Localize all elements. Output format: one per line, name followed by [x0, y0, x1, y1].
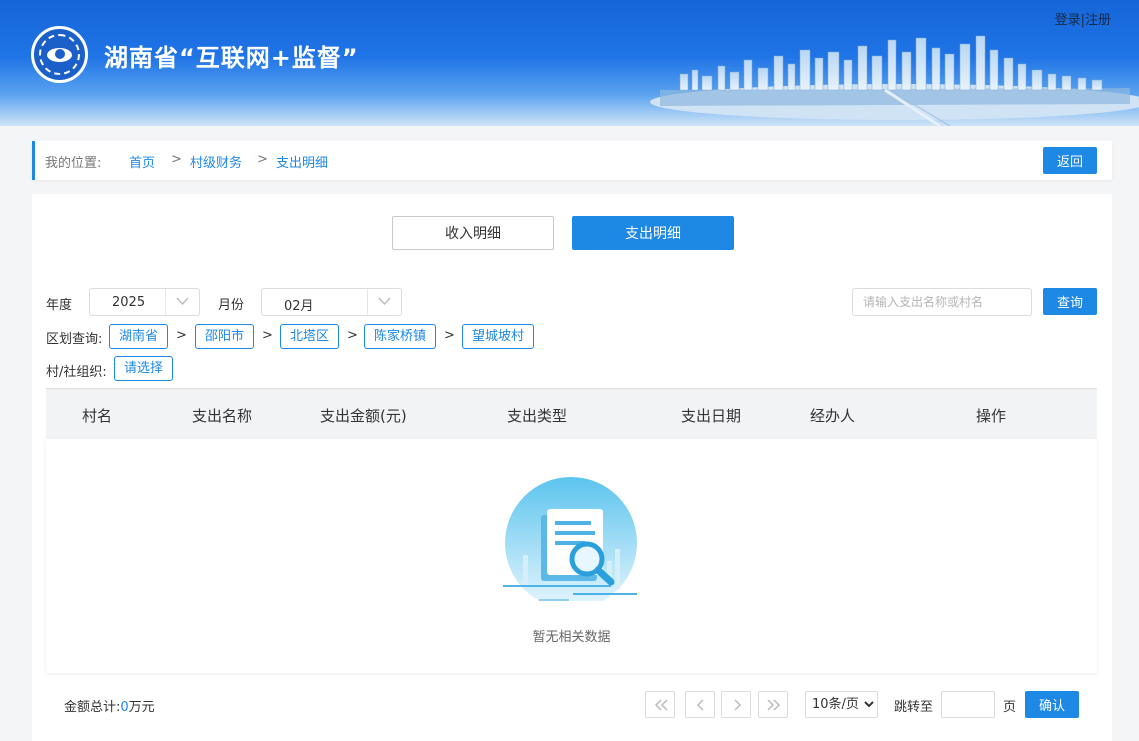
double-chevron-right-icon [767, 699, 781, 711]
chevron-right-icon [734, 699, 742, 711]
year-select[interactable]: 2025 [89, 288, 200, 316]
breadcrumb-expense-detail[interactable]: 支出明细 [276, 152, 328, 171]
year-value: 2025 [112, 295, 146, 310]
page-size-select[interactable]: 10条/页 [805, 691, 878, 718]
empty-data-icon [503, 477, 637, 601]
site-logo [31, 26, 88, 83]
tab-expense-detail[interactable]: 支出明细 [572, 216, 734, 250]
register-link[interactable]: 注册 [1085, 13, 1111, 28]
region-chip-city[interactable]: 邵阳市 [195, 324, 255, 349]
region-chip-village[interactable]: 望城坡村 [462, 324, 535, 349]
breadcrumb-village-finance[interactable]: 村级财务 [190, 152, 242, 171]
chevron-left-icon [696, 699, 704, 711]
first-page-button[interactable] [645, 691, 675, 718]
month-select[interactable]: 02月 [261, 288, 402, 316]
org-select[interactable]: 请选择 [114, 356, 174, 381]
region-chip-province[interactable]: 湖南省 [109, 324, 169, 349]
table-body: 暂无相关数据 [46, 439, 1097, 673]
jump-label: 跳转至 [894, 700, 934, 715]
query-button[interactable]: 查询 [1043, 288, 1097, 315]
site-title: 湖南省“互联网+监督” [104, 44, 359, 72]
breadcrumb-home[interactable]: 首页 [129, 152, 155, 171]
search-input[interactable] [852, 288, 1032, 316]
confirm-button[interactable]: 确认 [1025, 691, 1079, 718]
region-separator: > [262, 328, 273, 343]
tab-income-detail[interactable]: 收入明细 [392, 216, 554, 250]
amount-total: 金额总计:0万元 [64, 696, 155, 715]
chevron-down-icon [367, 289, 401, 315]
main-panel: 收入明细 支出明细 年度 2025 月份 02月 查询 区划查询: 湖南省 > … [32, 194, 1112, 741]
region-label: 区划查询: [46, 332, 103, 347]
login-link[interactable]: 登录 [1055, 13, 1081, 28]
year-label: 年度 [46, 298, 73, 313]
logo-pupil [55, 49, 65, 59]
double-chevron-left-icon [654, 699, 668, 711]
region-separator: > [444, 328, 455, 343]
org-label: 村/社组织: [46, 365, 107, 380]
chevron-down-icon [165, 289, 199, 315]
page-jump-input[interactable] [941, 691, 995, 718]
table-header: 村名 支出名称 支出金额(元) 支出类型 支出日期 经办人 操作 [46, 388, 1097, 439]
prev-page-button[interactable] [685, 691, 715, 718]
city-skyline-banner [650, 35, 1139, 126]
empty-data-text: 暂无相关数据 [532, 630, 611, 645]
breadcrumb-label: 我的位置: [45, 156, 102, 171]
month-label: 月份 [218, 298, 245, 313]
region-separator: > [347, 328, 358, 343]
back-button[interactable]: 返回 [1043, 147, 1097, 174]
column-header: 支出名称 [192, 407, 253, 425]
last-page-button[interactable] [758, 691, 788, 718]
column-header: 村名 [82, 407, 113, 425]
auth-links: 登录|注册 [1055, 9, 1111, 28]
total-label: 金额总计: [64, 700, 121, 715]
page-unit-label: 页 [1003, 700, 1017, 715]
column-header: 支出日期 [681, 407, 742, 425]
region-chip-district[interactable]: 北塔区 [280, 324, 340, 349]
column-header: 支出金额(元) [320, 407, 407, 425]
column-header: 操作 [976, 407, 1007, 425]
next-page-button[interactable] [721, 691, 751, 718]
breadcrumb-separator: > [171, 152, 182, 167]
breadcrumb: 我的位置: 首页 > 村级财务 > 支出明细 返回 [32, 141, 1112, 180]
total-value: 0 [120, 700, 129, 715]
site-header: 湖南省“互联网+监督” 登录|注册 [0, 0, 1139, 126]
region-separator: > [176, 328, 187, 343]
total-unit: 万元 [128, 700, 155, 715]
month-value: 02月 [284, 299, 314, 314]
column-header: 支出类型 [507, 407, 568, 425]
region-chip-town[interactable]: 陈家桥镇 [364, 324, 437, 349]
column-header: 经办人 [810, 407, 856, 425]
breadcrumb-separator: > [257, 152, 268, 167]
